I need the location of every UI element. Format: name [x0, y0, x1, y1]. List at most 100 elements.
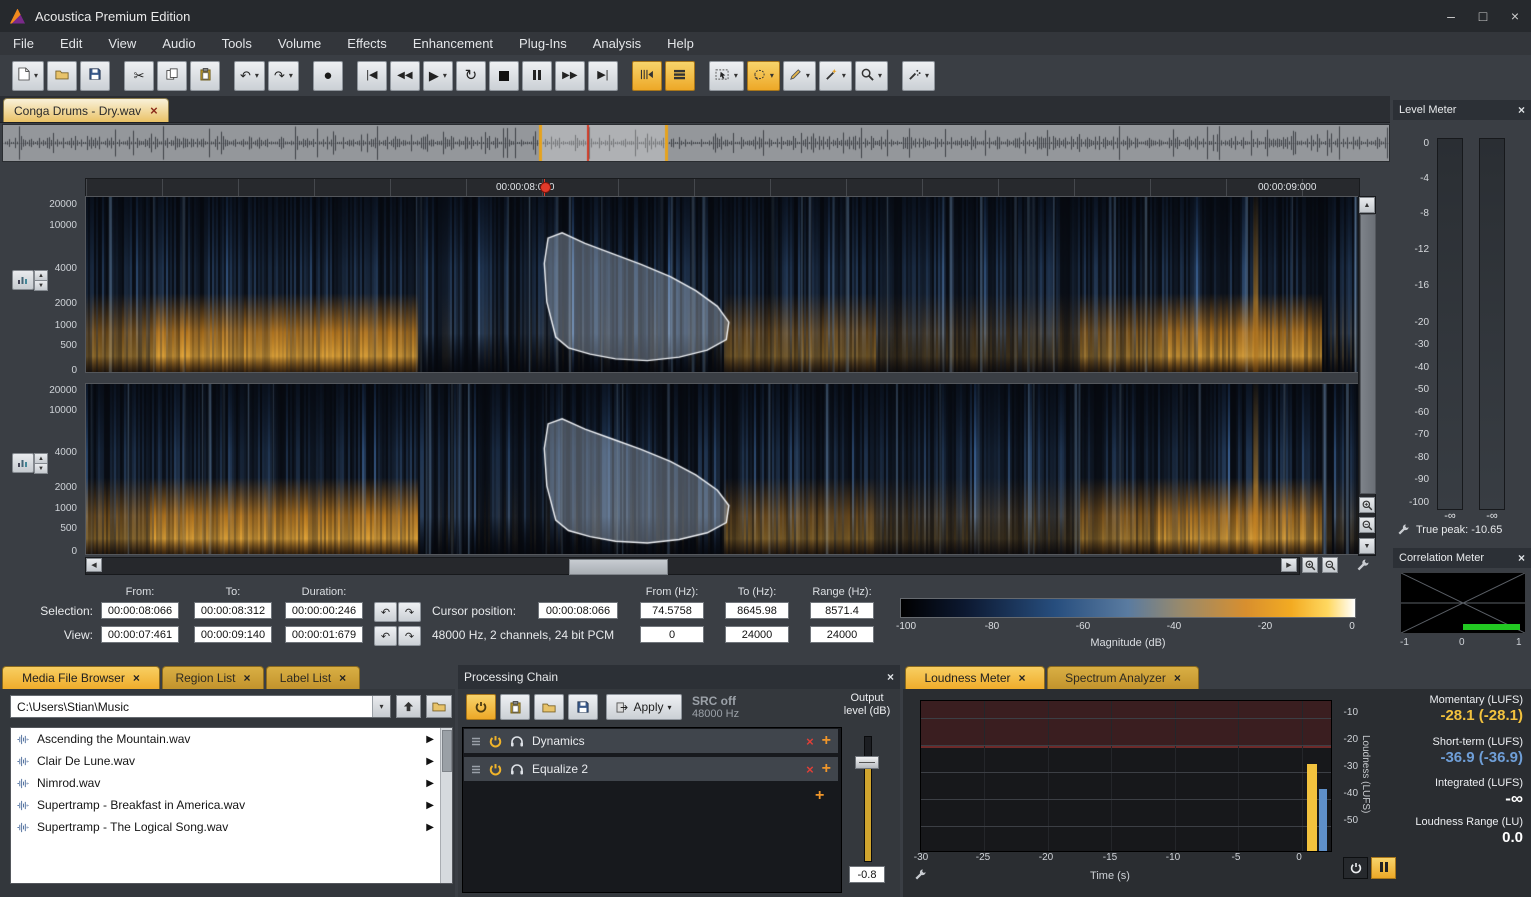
file-item[interactable]: Ascending the Mountain.wav ▶	[11, 728, 452, 750]
fast-forward-button[interactable]: ▶▶	[555, 61, 585, 91]
drag-handle-icon[interactable]	[471, 765, 481, 774]
file-item[interactable]: Nimrod.wav ▶	[11, 772, 452, 794]
chain-open-button[interactable]	[534, 694, 564, 720]
cursor-position-field[interactable]: 00:00:08:066	[538, 602, 618, 619]
zoom-in-vertical-button[interactable]	[1359, 497, 1375, 513]
tab-spectrum-analyzer[interactable]: Spectrum Analyzer ×	[1047, 666, 1199, 689]
output-level-value-field[interactable]: -0.8	[849, 866, 885, 883]
new-file-button[interactable]: ▾	[12, 61, 44, 91]
selection-from-field[interactable]: 00:00:08:066	[101, 602, 179, 619]
menu-item-analysis[interactable]: Analysis	[580, 32, 654, 55]
chain-power-button[interactable]	[466, 694, 496, 720]
menu-item-effects[interactable]: Effects	[334, 32, 400, 55]
chain-save-button[interactable]	[568, 694, 598, 720]
channel-zoom-down-button[interactable]: ▼	[34, 463, 48, 474]
maximize-button[interactable]: □	[1467, 0, 1499, 32]
close-icon[interactable]: ×	[1019, 671, 1026, 685]
zoom-out-vertical-button[interactable]	[1359, 517, 1375, 533]
view-redo-button[interactable]: ↷	[398, 626, 421, 646]
channel-options-button[interactable]	[12, 270, 34, 290]
view-range-hz-field[interactable]: 24000	[810, 626, 874, 643]
loudness-settings-wrench-icon[interactable]	[914, 868, 927, 886]
remove-effect-button[interactable]: ×	[806, 762, 814, 777]
selection-range-hz-field[interactable]: 8571.4	[810, 602, 874, 619]
effect-row[interactable]: Dynamics × +	[464, 729, 838, 753]
spectral-view-button[interactable]	[665, 61, 695, 91]
tab-label-list[interactable]: Label List ×	[266, 666, 360, 689]
close-icon[interactable]: ×	[887, 670, 894, 684]
scroll-right-button[interactable]: ▶	[1281, 558, 1297, 572]
output-level-slider-thumb[interactable]	[855, 756, 879, 769]
close-icon[interactable]: ×	[1518, 551, 1525, 565]
folder-up-button[interactable]	[396, 695, 421, 718]
file-list-scroll-thumb[interactable]	[442, 730, 452, 772]
channel-options-button[interactable]	[12, 453, 34, 473]
pause-button[interactable]	[522, 61, 552, 91]
menu-item-audio[interactable]: Audio	[149, 32, 208, 55]
file-list-scrollbar[interactable]	[440, 728, 452, 883]
selection-redo-button[interactable]: ↷	[398, 602, 421, 622]
scroll-left-button[interactable]: ◀	[86, 558, 102, 572]
menu-item-enhancement[interactable]: Enhancement	[400, 32, 506, 55]
file-item[interactable]: Supertramp - Breakfast in America.wav ▶	[11, 794, 452, 816]
level-meter-settings-wrench-icon[interactable]	[1397, 523, 1410, 541]
zoom-out-horizontal-button[interactable]	[1322, 557, 1338, 573]
file-play-button[interactable]: ▶	[426, 734, 434, 745]
menu-item-volume[interactable]: Volume	[265, 32, 334, 55]
spectrogram-channel-left[interactable]	[85, 196, 1360, 373]
tab-media-file-browser[interactable]: Media File Browser ×	[2, 666, 160, 689]
power-icon[interactable]	[489, 763, 502, 776]
menu-item-file[interactable]: File	[0, 32, 47, 55]
horizontal-scrollbar[interactable]: ◀ ▶	[85, 557, 1300, 575]
file-play-button[interactable]: ▶	[426, 778, 434, 789]
redo-button[interactable]: ↷▾	[268, 61, 299, 91]
effects-wand-button[interactable]: ▾	[902, 61, 935, 91]
time-select-tool-button[interactable]: ▾	[709, 61, 744, 91]
headphones-icon[interactable]	[510, 763, 524, 775]
close-icon[interactable]: ×	[1174, 671, 1181, 685]
view-to-field[interactable]: 00:00:09:140	[194, 626, 272, 643]
path-combobox[interactable]: C:\Users\Stian\Music ▾	[10, 695, 391, 718]
selection-to-field[interactable]: 00:00:08:312	[194, 602, 272, 619]
horizontal-scroll-thumb[interactable]	[569, 559, 668, 575]
freehand-select-tool-button[interactable]: ▾	[747, 61, 780, 91]
selection-duration-field[interactable]: 00:00:00:246	[285, 602, 363, 619]
close-icon[interactable]: ×	[244, 671, 251, 685]
view-from-hz-field[interactable]: 0	[640, 626, 704, 643]
output-level-slider-track[interactable]	[864, 736, 872, 862]
document-tab[interactable]: Conga Drums - Dry.wav ×	[3, 98, 169, 122]
play-button[interactable]: ▶▾	[423, 61, 453, 91]
selection-from-hz-field[interactable]: 74.5758	[640, 602, 704, 619]
selection-to-hz-field[interactable]: 8645.98	[725, 602, 789, 619]
editor-settings-wrench-icon[interactable]	[1356, 558, 1370, 577]
copy-button[interactable]	[157, 61, 187, 91]
scrub-mode-button[interactable]	[632, 61, 662, 91]
view-to-hz-field[interactable]: 24000	[725, 626, 789, 643]
open-button[interactable]	[47, 61, 77, 91]
file-item[interactable]: Supertramp - The Logical Song.wav ▶	[11, 816, 452, 838]
file-play-button[interactable]: ▶	[426, 822, 434, 833]
close-button[interactable]: ×	[1499, 0, 1531, 32]
wand-tool-button[interactable]: ▾	[819, 61, 852, 91]
view-duration-field[interactable]: 00:00:01:679	[285, 626, 363, 643]
effect-row[interactable]: Equalize 2 × +	[464, 757, 838, 781]
save-button[interactable]	[80, 61, 110, 91]
undo-button[interactable]: ↶▾	[234, 61, 265, 91]
loudness-reset-button[interactable]	[1343, 857, 1368, 879]
scroll-down-button[interactable]: ▼	[1359, 538, 1375, 554]
vertical-scrollbar[interactable]: ▲ ▼	[1358, 196, 1376, 556]
zoom-tool-button[interactable]: ▾	[855, 61, 888, 91]
channel-zoom-down-button[interactable]: ▼	[34, 280, 48, 291]
close-icon[interactable]: ×	[133, 671, 140, 685]
menu-item-edit[interactable]: Edit	[47, 32, 95, 55]
menu-item-plugins[interactable]: Plug-Ins	[506, 32, 580, 55]
go-to-end-button[interactable]: ▶|	[588, 61, 618, 91]
headphones-icon[interactable]	[510, 735, 524, 747]
power-icon[interactable]	[489, 735, 502, 748]
paste-button[interactable]	[190, 61, 220, 91]
loudness-pause-button[interactable]	[1371, 857, 1396, 879]
view-from-field[interactable]: 00:00:07:461	[101, 626, 179, 643]
record-button[interactable]: ●	[313, 61, 343, 91]
vertical-scroll-thumb[interactable]	[1360, 214, 1376, 494]
file-play-button[interactable]: ▶	[426, 800, 434, 811]
